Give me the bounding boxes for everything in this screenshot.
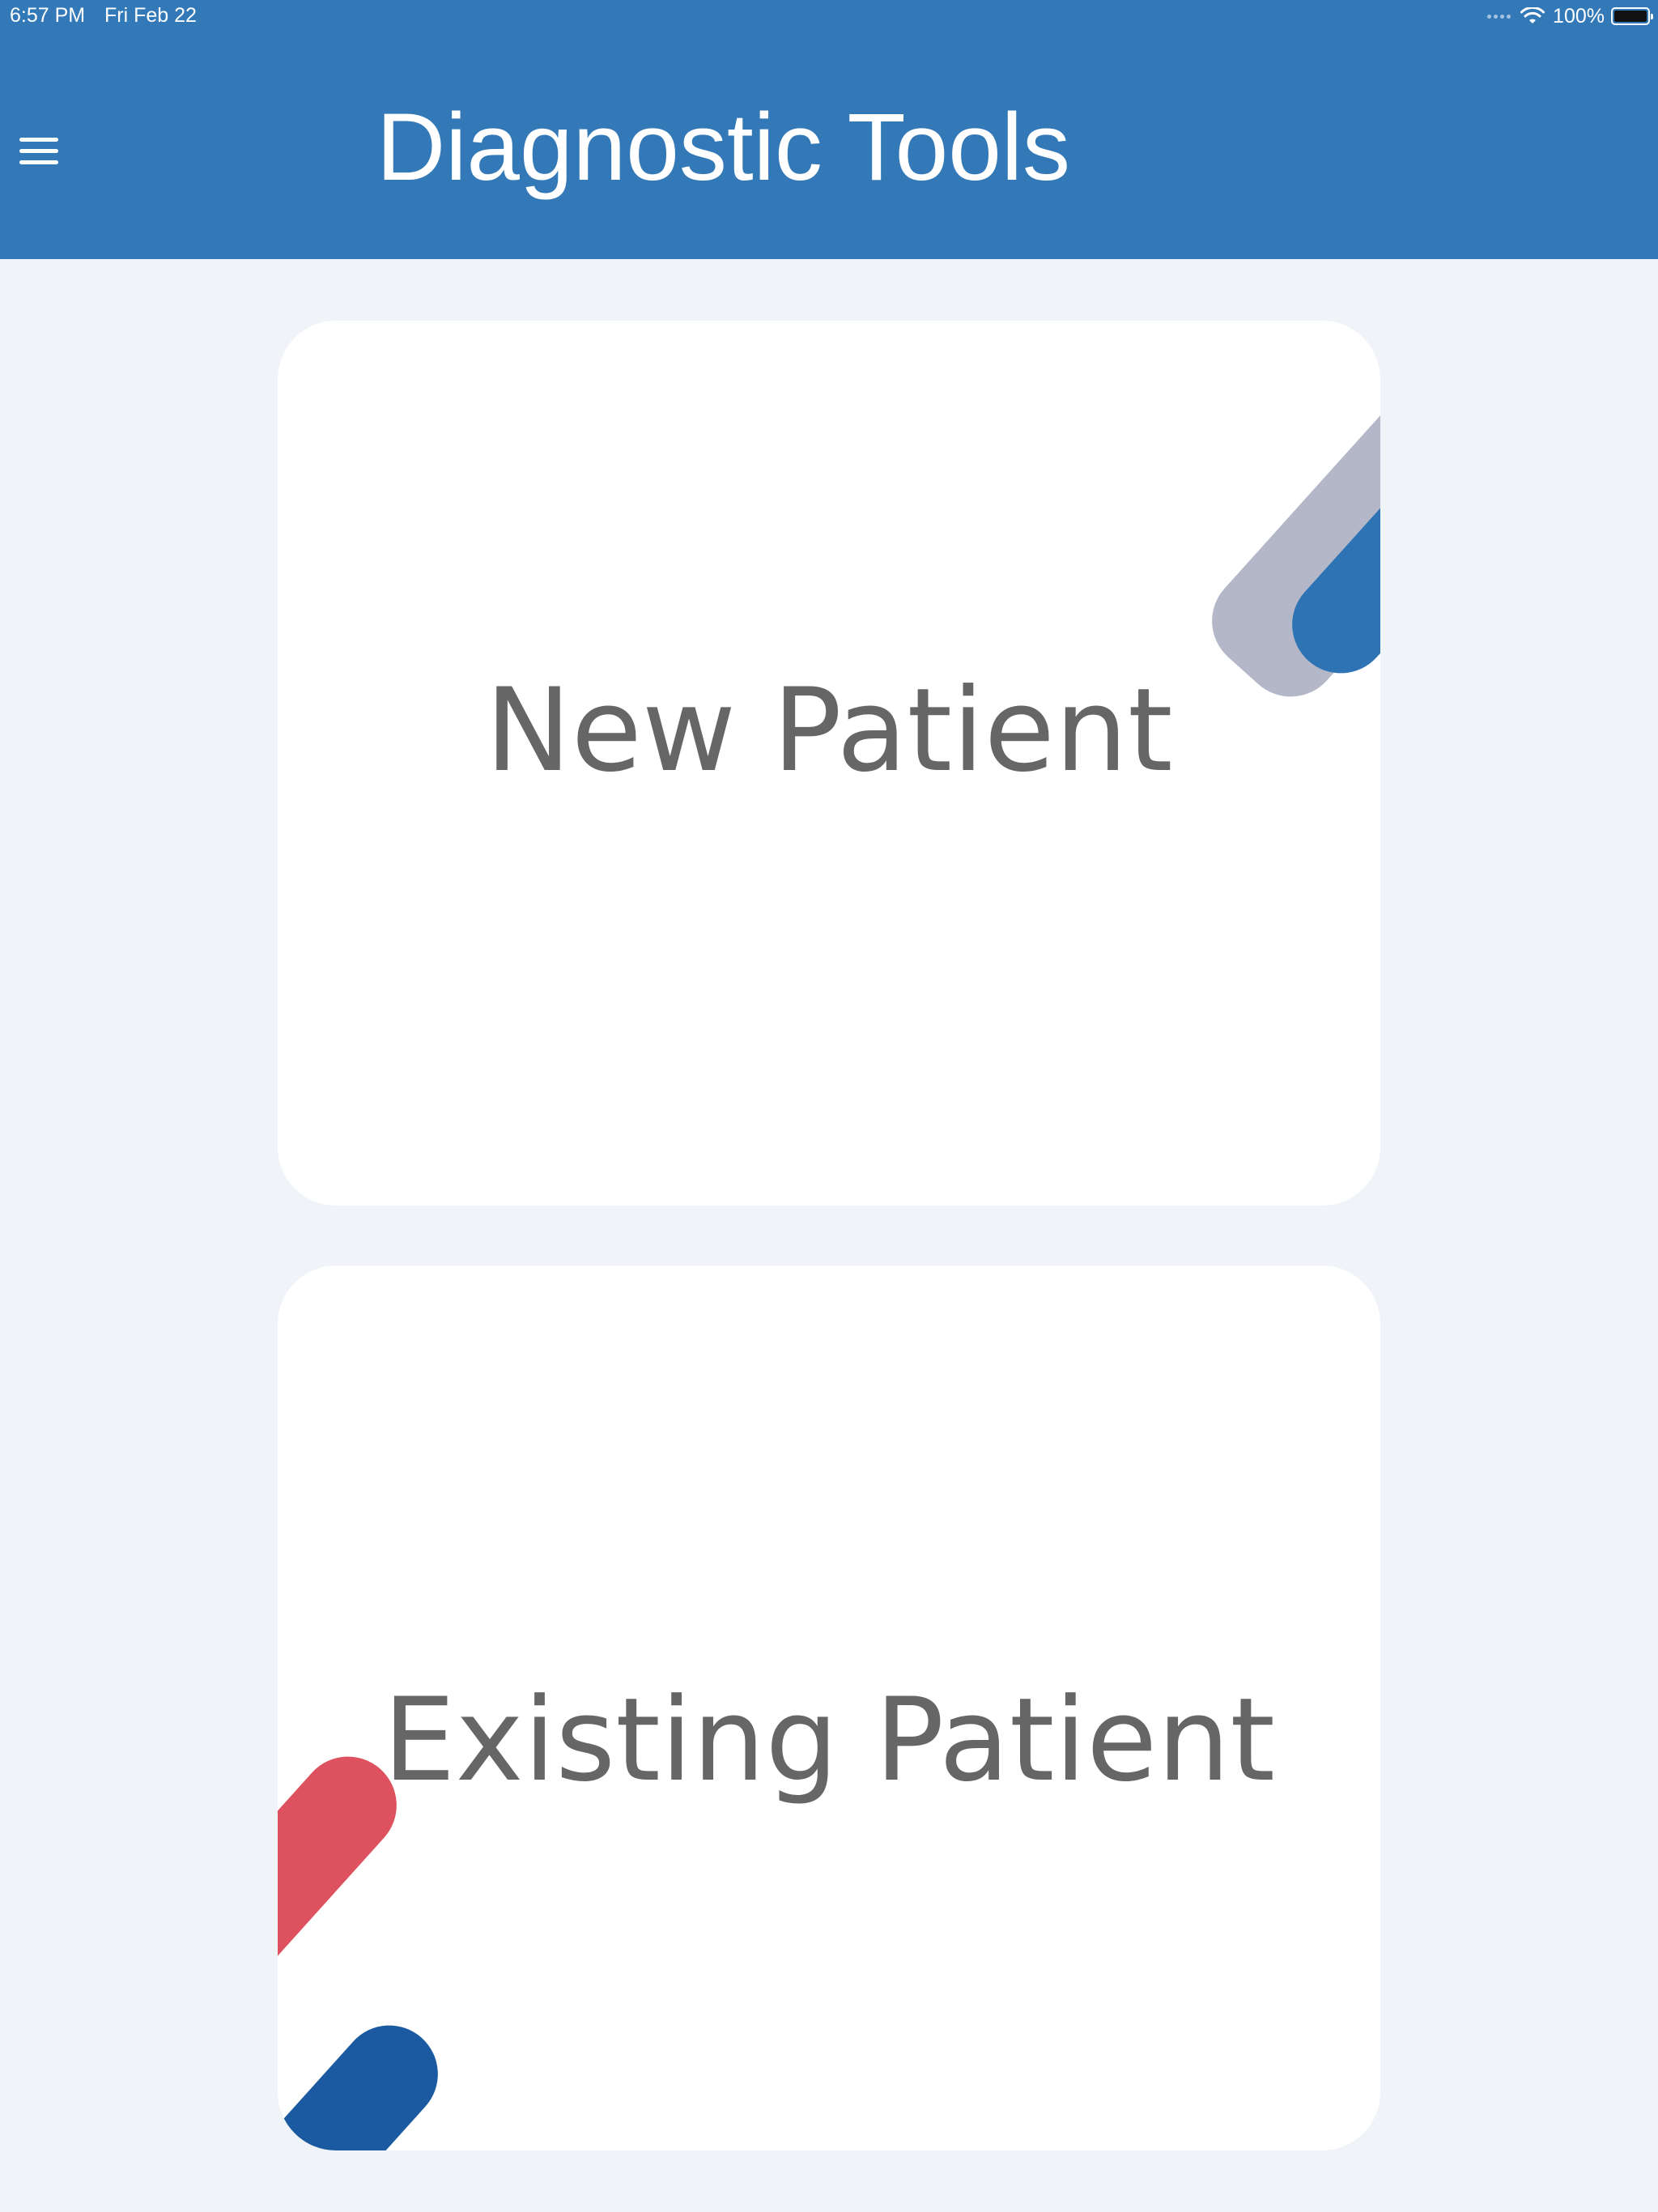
- page-title: Diagnostic Tools: [376, 94, 1071, 201]
- status-date: Fri Feb 22: [104, 4, 197, 27]
- wifi-icon: [1520, 7, 1545, 23]
- status-time: 6:57 PM: [10, 4, 86, 27]
- cellular-signal-icon: [1487, 14, 1511, 19]
- new-patient-card[interactable]: New Patient: [278, 321, 1380, 1206]
- battery-percentage: 100%: [1553, 4, 1605, 28]
- status-bar: 6:57 PM Fri Feb 22 100%: [0, 0, 1658, 32]
- battery-icon: [1611, 7, 1653, 25]
- existing-patient-card[interactable]: Existing Patient: [278, 1266, 1380, 2150]
- existing-patient-label: Existing Patient: [382, 1674, 1276, 1807]
- hamburger-menu-icon[interactable]: [15, 130, 65, 172]
- new-patient-label: New Patient: [485, 664, 1173, 798]
- status-indicators: 100%: [1487, 3, 1653, 29]
- app-header: 6:57 PM Fri Feb 22 100% Diagnostic Tools: [0, 0, 1658, 259]
